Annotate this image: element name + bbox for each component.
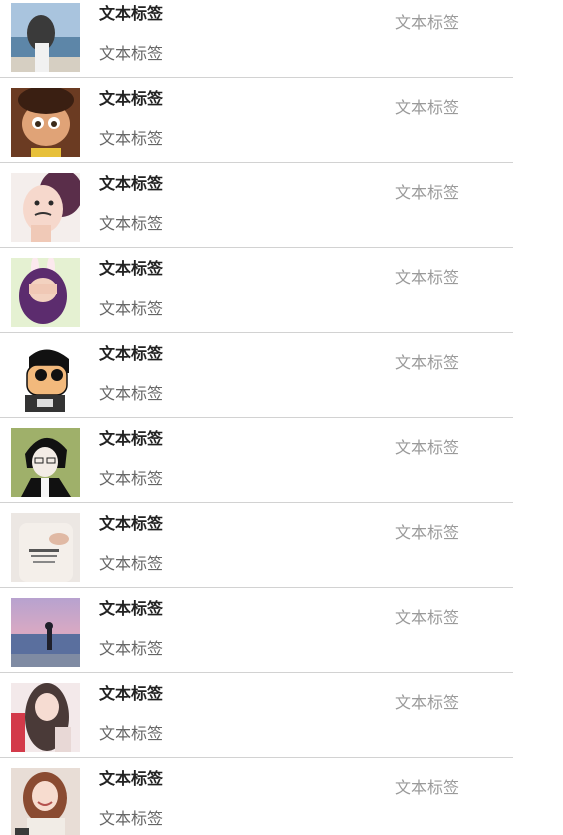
list-item[interactable]: 文本标签 文本标签 文本标签	[0, 85, 563, 170]
list-item[interactable]: 文本标签 文本标签 文本标签	[0, 595, 563, 680]
item-subtitle: 文本标签	[99, 554, 164, 573]
item-title: 文本标签	[99, 344, 164, 363]
item-title: 文本标签	[99, 89, 164, 108]
sunglasses-cartoon-avatar	[11, 343, 80, 412]
divider	[0, 417, 513, 418]
item-subtitle: 文本标签	[99, 299, 164, 318]
item-title: 文本标签	[99, 514, 164, 533]
item-subtitle: 文本标签	[99, 639, 164, 658]
divider	[0, 757, 513, 758]
beach-girl-avatar	[11, 3, 80, 72]
list-item[interactable]: 文本标签 文本标签 文本标签	[0, 425, 563, 510]
item-side-label: 文本标签	[395, 523, 460, 542]
item-side-label: 文本标签	[395, 778, 460, 797]
divider	[0, 162, 513, 163]
list-item[interactable]: 文本标签 文本标签 文本标签	[0, 765, 563, 835]
long-hair-girl-avatar	[11, 683, 80, 752]
bunny-ears-girl-avatar	[11, 258, 80, 327]
item-subtitle: 文本标签	[99, 809, 164, 828]
item-subtitle: 文本标签	[99, 469, 164, 488]
item-side-label: 文本标签	[395, 183, 460, 202]
cartoon-girl-avatar	[11, 88, 80, 157]
item-side-label: 文本标签	[395, 438, 460, 457]
item-side-label: 文本标签	[395, 98, 460, 117]
anime-boy-avatar	[11, 428, 80, 497]
divider	[0, 77, 513, 78]
contact-list: 文本标签 文本标签 文本标签 文本标签 文本标签 文本标签 文本标签 文本标签 …	[0, 0, 563, 835]
sweater-avatar	[11, 513, 80, 582]
item-title: 文本标签	[99, 684, 164, 703]
item-subtitle: 文本标签	[99, 724, 164, 743]
smiling-girl-avatar	[11, 768, 80, 835]
item-title: 文本标签	[99, 259, 164, 278]
list-item[interactable]: 文本标签 文本标签 文本标签	[0, 255, 563, 340]
item-title: 文本标签	[99, 599, 164, 618]
item-side-label: 文本标签	[395, 608, 460, 627]
item-subtitle: 文本标签	[99, 384, 164, 403]
item-side-label: 文本标签	[395, 268, 460, 287]
item-side-label: 文本标签	[395, 353, 460, 372]
divider	[0, 502, 513, 503]
item-subtitle: 文本标签	[99, 129, 164, 148]
divider	[0, 587, 513, 588]
item-title: 文本标签	[99, 429, 164, 448]
list-item[interactable]: 文本标签 文本标签 文本标签	[0, 510, 563, 595]
list-item[interactable]: 文本标签 文本标签 文本标签	[0, 0, 563, 85]
list-item[interactable]: 文本标签 文本标签 文本标签	[0, 170, 563, 255]
item-side-label: 文本标签	[395, 13, 460, 32]
list-item[interactable]: 文本标签 文本标签 文本标签	[0, 340, 563, 425]
item-subtitle: 文本标签	[99, 44, 164, 63]
item-side-label: 文本标签	[395, 693, 460, 712]
divider	[0, 332, 513, 333]
divider	[0, 672, 513, 673]
sunset-sea-avatar	[11, 598, 80, 667]
item-title: 文本标签	[99, 174, 164, 193]
item-subtitle: 文本标签	[99, 214, 164, 233]
mustache-girl-avatar	[11, 173, 80, 242]
item-title: 文本标签	[99, 769, 164, 788]
item-title: 文本标签	[99, 4, 164, 23]
divider	[0, 247, 513, 248]
list-item[interactable]: 文本标签 文本标签 文本标签	[0, 680, 563, 765]
